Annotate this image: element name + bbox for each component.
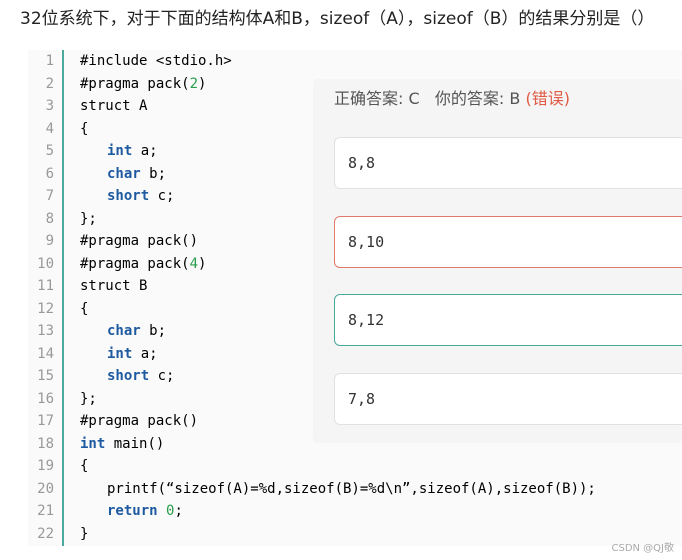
code-text: #pragma pack( bbox=[80, 75, 190, 92]
option-a[interactable]: 8,8 bbox=[334, 137, 682, 189]
code-line: #include <stdio.h> bbox=[80, 50, 232, 73]
line-number: 13 bbox=[37, 323, 54, 339]
code-keyword: int bbox=[107, 345, 133, 362]
code-line: int a; bbox=[80, 343, 158, 366]
code-text: #pragma pack( bbox=[80, 255, 190, 272]
answer-panel: 正确答案: C 你的答案: B (错误) 8,8 8,10 8,12 7,8 bbox=[313, 79, 682, 443]
code-line: return 0; bbox=[80, 500, 183, 523]
code-text: struct B bbox=[80, 278, 148, 294]
code-line: }; bbox=[80, 208, 97, 231]
line-number: 12 bbox=[37, 300, 54, 317]
code-line: { bbox=[80, 455, 88, 478]
option-c-correct[interactable]: 8,12 bbox=[334, 294, 682, 346]
question-text: 32位系统下，对于下面的结构体A和B，sizeof（A），sizeof（B）的结… bbox=[20, 9, 655, 29]
code-keyword: return bbox=[107, 503, 158, 519]
code-keyword: char bbox=[107, 323, 141, 339]
line-number: 17 bbox=[37, 413, 54, 429]
code-text: { bbox=[80, 300, 89, 317]
code-keyword: int bbox=[107, 143, 133, 159]
code-text: c; bbox=[149, 188, 175, 204]
line-number: 19 bbox=[37, 458, 54, 474]
line-number: 14 bbox=[37, 345, 54, 362]
line-number: 16 bbox=[37, 390, 54, 407]
code-text: a; bbox=[132, 345, 158, 362]
correct-answer-label: 正确答案: C bbox=[334, 89, 420, 108]
option-d[interactable]: 7,8 bbox=[334, 373, 682, 425]
code-text: c; bbox=[149, 368, 175, 384]
answer-status: 正确答案: C 你的答案: B (错误) bbox=[334, 87, 570, 111]
code-text: struct A bbox=[80, 98, 148, 114]
code-text: #include <stdio.h> bbox=[80, 53, 232, 69]
line-number: 10 bbox=[37, 255, 54, 272]
line-number: 22 bbox=[37, 525, 54, 542]
watermark: CSDN @QJ敬 bbox=[611, 543, 674, 554]
code-line: { bbox=[80, 298, 88, 321]
line-number: 11 bbox=[37, 278, 54, 294]
line-number: 7 bbox=[45, 188, 54, 204]
code-line: } bbox=[80, 523, 88, 546]
code-text: }; bbox=[80, 390, 97, 407]
code-text: ) bbox=[198, 75, 207, 92]
line-number: 18 bbox=[37, 435, 54, 452]
code-text: a; bbox=[132, 143, 158, 159]
code-text: printf(“sizeof(A)=%d,sizeof(B)=%d\n”,siz… bbox=[107, 480, 596, 497]
line-number: 5 bbox=[45, 143, 54, 159]
code-line: printf(“sizeof(A)=%d,sizeof(B)=%d\n”,siz… bbox=[80, 478, 596, 501]
code-line: short c; bbox=[80, 365, 174, 388]
line-number: 9 bbox=[45, 233, 54, 249]
code-line: #pragma pack() bbox=[80, 410, 198, 433]
code-line: int a; bbox=[80, 140, 158, 163]
code-line: }; bbox=[80, 388, 97, 411]
code-text: }; bbox=[80, 210, 97, 227]
code-line: { bbox=[80, 118, 88, 141]
option-b-selected-wrong[interactable]: 8,10 bbox=[334, 216, 682, 268]
line-number: 8 bbox=[45, 210, 54, 227]
code-line: struct B bbox=[80, 275, 147, 298]
code-keyword: short bbox=[107, 368, 150, 384]
code-line: short c; bbox=[80, 185, 174, 208]
code-number: 2 bbox=[189, 75, 199, 92]
code-number: 4 bbox=[189, 255, 199, 272]
code-text: b; bbox=[140, 165, 167, 182]
code-text: main() bbox=[105, 435, 165, 452]
code-line: #pragma pack(4) bbox=[80, 253, 206, 276]
line-number: 4 bbox=[45, 120, 54, 137]
code-text: b; bbox=[140, 323, 167, 339]
line-number: 2 bbox=[45, 75, 54, 92]
line-number: 1 bbox=[45, 53, 54, 69]
line-number-gutter: 1 2 3 4 5 6 7 8 9 10 11 12 13 14 15 16 1… bbox=[28, 50, 64, 546]
code-text: { bbox=[80, 458, 89, 474]
your-answer-label: 你的答案: B bbox=[434, 89, 521, 108]
line-number: 3 bbox=[45, 98, 54, 114]
code-keyword: int bbox=[80, 435, 106, 452]
line-number: 20 bbox=[37, 480, 54, 497]
code-line: char b; bbox=[80, 163, 166, 186]
line-number: 21 bbox=[37, 503, 54, 519]
code-line: #pragma pack(2) bbox=[80, 73, 206, 96]
code-line: #pragma pack() bbox=[80, 230, 198, 253]
line-number: 6 bbox=[45, 165, 54, 182]
code-line: struct A bbox=[80, 95, 147, 118]
code-text: #pragma pack() bbox=[80, 413, 199, 429]
wrong-tag: (错误) bbox=[525, 89, 570, 108]
code-keyword: char bbox=[107, 165, 141, 182]
code-line: int main() bbox=[80, 433, 164, 456]
code-line: char b; bbox=[80, 320, 166, 343]
code-text: } bbox=[80, 525, 89, 542]
code-keyword: short bbox=[107, 188, 150, 204]
line-number: 15 bbox=[37, 368, 54, 384]
code-text: ) bbox=[198, 255, 207, 272]
code-text: { bbox=[80, 120, 89, 137]
code-text: #pragma pack() bbox=[80, 233, 199, 249]
code-text: ; bbox=[174, 503, 183, 519]
